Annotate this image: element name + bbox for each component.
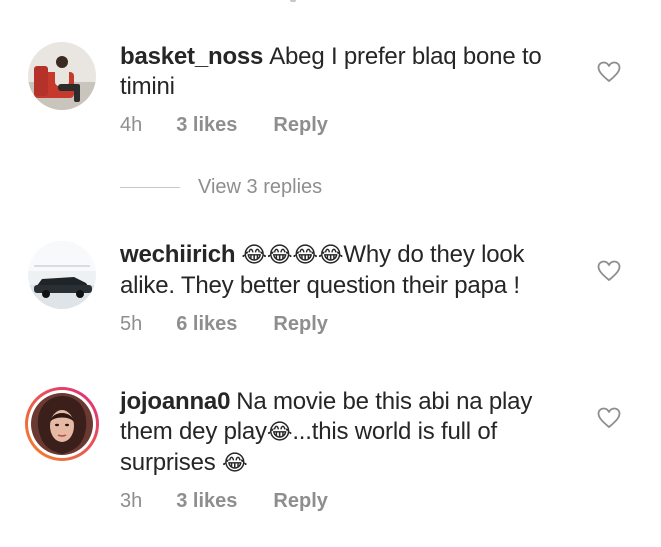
comment-text: basket_noss Abeg I prefer blaq bone to ti… xyxy=(120,42,580,102)
comment-text: jojoanna0 Na movie be this abi na play th… xyxy=(120,387,580,479)
username[interactable]: wechiirich xyxy=(120,241,236,268)
laughing-emoji: 😂😂😂😂 xyxy=(241,243,344,268)
comment-meta: 3h 3 likes Reply xyxy=(120,490,328,513)
like-count[interactable]: 3 likes xyxy=(176,490,237,512)
avatar[interactable] xyxy=(28,42,96,110)
reply-button[interactable]: Reply xyxy=(273,490,327,512)
comment-text: wechiirich 😂😂😂😂Why do they look alike. Th… xyxy=(120,240,580,301)
username[interactable]: basket_noss xyxy=(120,43,263,70)
like-count[interactable]: 3 likes xyxy=(176,114,237,136)
comment-time: 4h xyxy=(120,114,143,136)
scroll-indicator xyxy=(290,0,296,2)
like-count[interactable]: 6 likes xyxy=(176,313,237,335)
comment-meta: 4h 3 likes Reply xyxy=(120,114,328,137)
comment-time: 3h xyxy=(120,490,143,512)
heart-icon[interactable] xyxy=(597,407,621,429)
comment-meta: 5h 6 likes Reply xyxy=(120,313,328,336)
avatar[interactable] xyxy=(28,241,96,309)
view-replies-button[interactable]: View 3 replies xyxy=(120,176,322,199)
username[interactable]: jojoanna0 xyxy=(120,388,230,415)
divider xyxy=(120,187,180,188)
heart-icon[interactable] xyxy=(597,61,621,83)
reply-button[interactable]: Reply xyxy=(273,313,327,335)
laughing-emoji: 😂 xyxy=(266,420,293,445)
avatar[interactable] xyxy=(24,386,100,462)
laughing-emoji: 😂 xyxy=(222,451,248,476)
heart-icon[interactable] xyxy=(597,260,621,282)
comment-time: 5h xyxy=(120,313,143,335)
view-replies-label: View 3 replies xyxy=(198,176,323,198)
reply-button[interactable]: Reply xyxy=(273,114,327,136)
